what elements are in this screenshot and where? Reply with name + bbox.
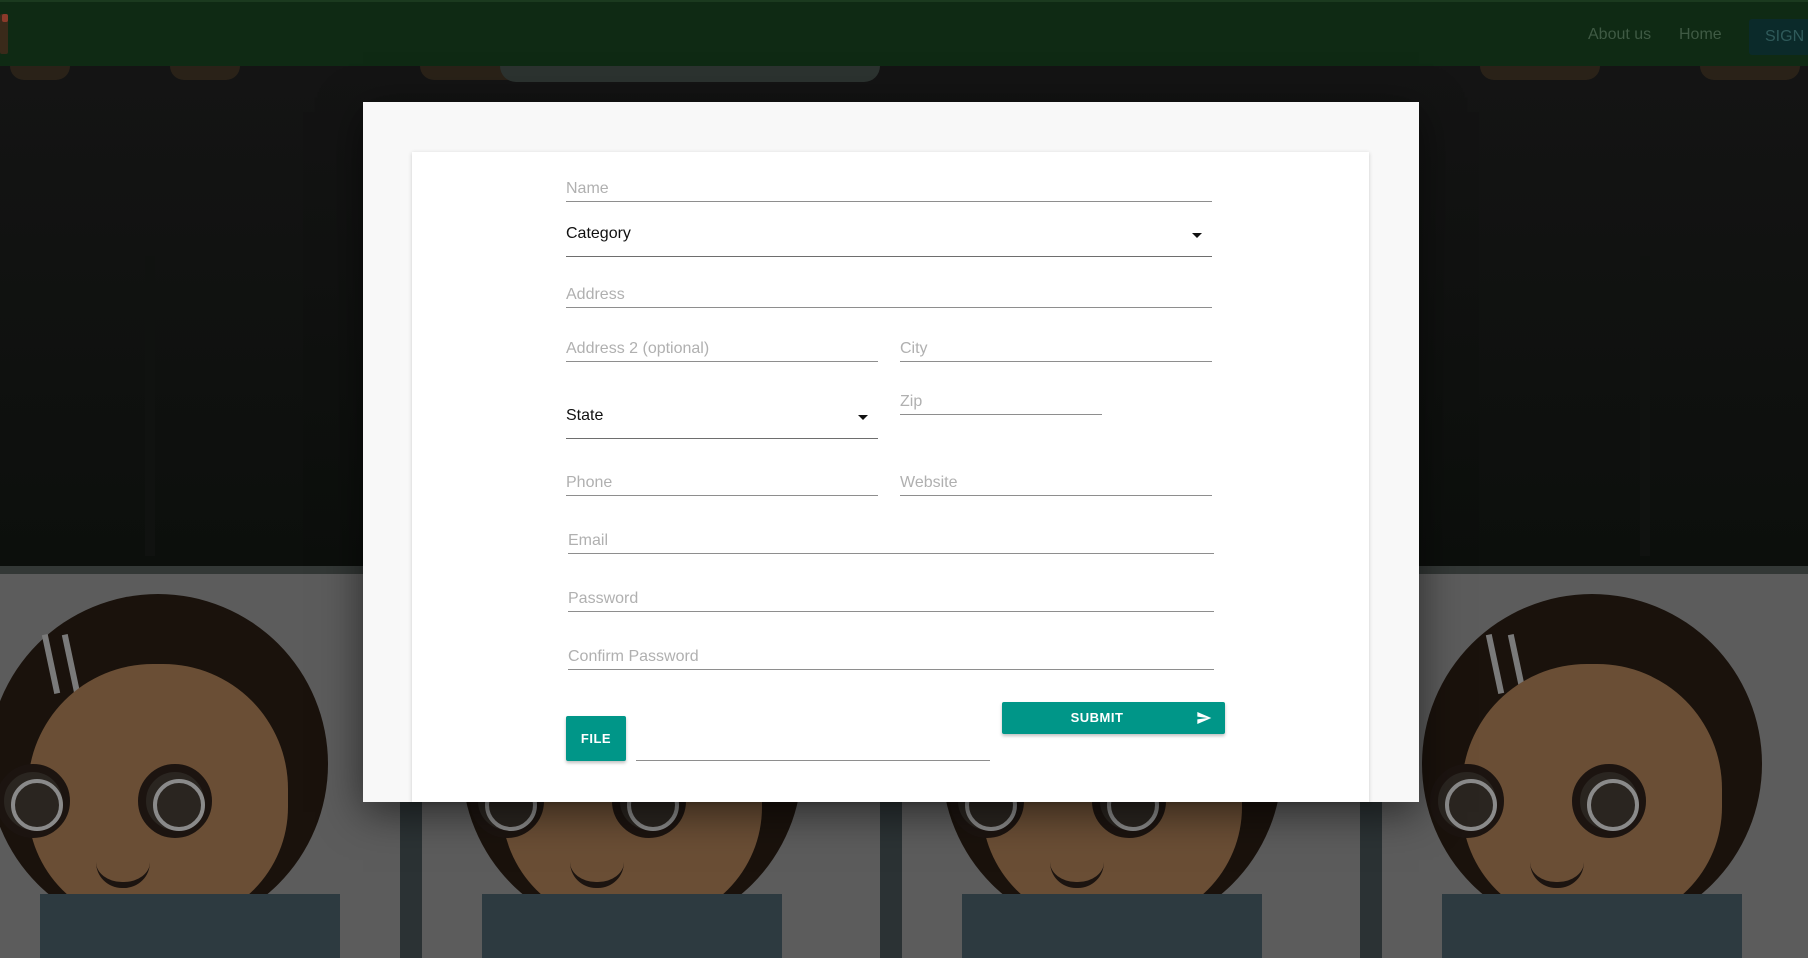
- phone-field[interactable]: Phone: [566, 452, 878, 496]
- profile-card[interactable]: [1382, 574, 1808, 958]
- city-placeholder: City: [900, 340, 928, 357]
- category-selected-value: Category: [566, 225, 631, 242]
- submit-button[interactable]: SUBMIT: [1002, 702, 1225, 734]
- address-placeholder: Address: [566, 286, 625, 303]
- nav-home-link[interactable]: Home: [1679, 26, 1722, 44]
- address2-field[interactable]: Address 2 (optional): [566, 320, 878, 362]
- avatar-illustration: [1422, 594, 1762, 934]
- state-select[interactable]: State: [566, 392, 878, 439]
- zip-placeholder: Zip: [900, 393, 923, 410]
- caret-down-icon: [858, 415, 868, 420]
- registration-form: Name Category Address Address 2 (optiona…: [412, 152, 1369, 802]
- file-upload-button[interactable]: FILE: [566, 716, 626, 761]
- password-field[interactable]: Password: [568, 568, 1214, 612]
- address-field[interactable]: Address: [566, 267, 1212, 308]
- file-path-input[interactable]: [636, 760, 990, 761]
- phone-placeholder: Phone: [566, 474, 613, 491]
- email-placeholder: Email: [568, 532, 609, 549]
- send-icon: [1197, 712, 1212, 724]
- city-field[interactable]: City: [900, 320, 1212, 362]
- password-placeholder: Password: [568, 590, 639, 607]
- confirm-password-field[interactable]: Confirm Password: [568, 626, 1214, 670]
- confirm-password-placeholder: Confirm Password: [568, 648, 699, 665]
- state-selected-value: State: [566, 407, 604, 424]
- avatar-illustration: [0, 594, 328, 934]
- sign-in-button[interactable]: SIGN I: [1749, 19, 1808, 55]
- navbar: About us Home SIGN I: [0, 0, 1808, 66]
- email-field[interactable]: Email: [568, 510, 1214, 554]
- registration-modal: Name Category Address Address 2 (optiona…: [363, 102, 1419, 802]
- website-placeholder: Website: [900, 474, 958, 491]
- website-field[interactable]: Website: [900, 452, 1212, 496]
- submit-button-label: SUBMIT: [1070, 710, 1124, 725]
- zip-field[interactable]: Zip: [900, 372, 1102, 415]
- name-field[interactable]: Name: [566, 152, 1212, 202]
- logo[interactable]: [0, 14, 8, 54]
- address2-placeholder: Address 2 (optional): [566, 340, 710, 357]
- category-select[interactable]: Category: [566, 210, 1212, 257]
- profile-card[interactable]: [0, 574, 400, 958]
- nav-about-link[interactable]: About us: [1588, 26, 1651, 44]
- caret-down-icon: [1192, 233, 1202, 238]
- name-placeholder: Name: [566, 180, 609, 197]
